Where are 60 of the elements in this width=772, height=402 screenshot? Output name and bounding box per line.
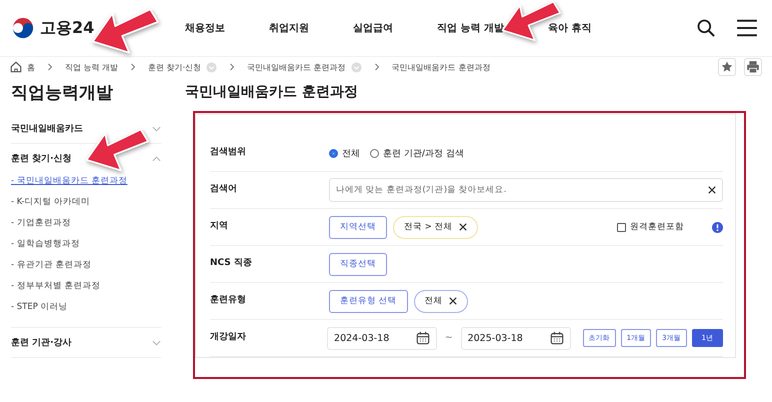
clear-icon[interactable]	[708, 186, 716, 194]
checkbox[interactable]	[617, 222, 626, 232]
range-separator: ~	[445, 333, 453, 343]
sidebar-link[interactable]: - 정부부처별 훈련과정	[11, 280, 161, 292]
date-field[interactable]: 2024-03-18	[327, 326, 438, 350]
breadcrumb-link[interactable]: 홈	[27, 62, 35, 72]
breadcrumb-link[interactable]: 직업 능력 개발	[65, 62, 118, 72]
logo-text[interactable]: 고용24	[40, 18, 94, 38]
select-button[interactable]: 훈련유형 선택	[329, 290, 408, 312]
chevron-right-icon	[229, 63, 236, 71]
calendar-icon	[416, 331, 430, 345]
field-label: 훈련유형	[210, 294, 247, 306]
chevron-right-icon	[374, 63, 380, 71]
date-field[interactable]: 2025-03-18	[460, 326, 571, 350]
logo-emblem-icon	[12, 17, 34, 39]
breadcrumb-link[interactable]: 국민내일배움카드 훈련과정	[247, 62, 346, 72]
breadcrumb-link[interactable]: 훈련 찾기·신청	[148, 62, 202, 72]
search-field[interactable]: 나에게 맞는 훈련과정(기관)을 찾아보세요.	[329, 178, 723, 202]
sidebar-section[interactable]: 훈련 기관·강사	[11, 336, 72, 349]
nav-link[interactable]: 취업지원	[269, 21, 309, 35]
field-label: 검색범위	[210, 146, 247, 158]
nav-link[interactable]: 육아 휴직	[548, 21, 592, 35]
printer-button-icon[interactable]	[744, 58, 762, 76]
sidebar-link[interactable]: - K-디지털 아카데미	[11, 196, 161, 208]
sidebar-link[interactable]: - STEP 이러닝	[11, 301, 161, 313]
select-button[interactable]: 직종선택	[329, 252, 387, 276]
sidebar-section[interactable]: 국민내일배움카드	[11, 122, 83, 135]
field-label: 개강일자	[210, 331, 247, 343]
nav-link[interactable]: 직업 능력 개발	[437, 21, 504, 35]
sidebar-link[interactable]: - 국민내일배움카드 훈련과정	[11, 175, 161, 187]
remove-icon[interactable]	[458, 223, 467, 231]
calendar-icon	[550, 331, 564, 345]
chip-label: 전체	[424, 295, 443, 307]
field-label: NCS 직종	[210, 257, 253, 269]
page-title: 국민내일배움카드 훈련과정	[185, 83, 359, 102]
remove-icon[interactable]	[448, 297, 457, 305]
star-button-icon[interactable]	[718, 58, 736, 76]
sidebar-link[interactable]: - 유관기관 훈련과정	[11, 259, 161, 271]
field-label: 검색어	[210, 183, 238, 195]
sidebar-section[interactable]: 훈련 찾기·신청	[11, 152, 72, 165]
radio-label: 전체	[342, 148, 360, 160]
chip-label: 전국 > 전체	[404, 221, 453, 233]
radio-button[interactable]	[370, 148, 379, 158]
home-icon	[10, 61, 22, 73]
nav-link[interactable]: 실업급여	[353, 21, 393, 35]
select-button[interactable]: 지역선택	[329, 216, 387, 238]
chevron-right-icon	[130, 63, 136, 71]
breadcrumb-link[interactable]: 국민내일배움카드 훈련과정	[392, 62, 490, 72]
menu-icon[interactable]	[736, 19, 758, 37]
sidebar-link[interactable]: - 일학습병행과정	[11, 238, 161, 250]
nav-link[interactable]: 채용정보	[185, 21, 225, 35]
search-icon[interactable]	[696, 18, 716, 38]
field-label: 지역	[210, 220, 229, 232]
sidebar-link[interactable]: - 기업훈련과정	[11, 217, 161, 229]
checkbox-label: 원격훈련포함	[630, 221, 684, 233]
chevron-right-icon	[47, 63, 53, 71]
radio-label: 훈련 기관/과정 검색	[383, 148, 464, 160]
radio-button[interactable]	[329, 148, 338, 158]
info-icon	[712, 222, 723, 232]
sidebar-title: 직업능력개발	[11, 82, 114, 105]
